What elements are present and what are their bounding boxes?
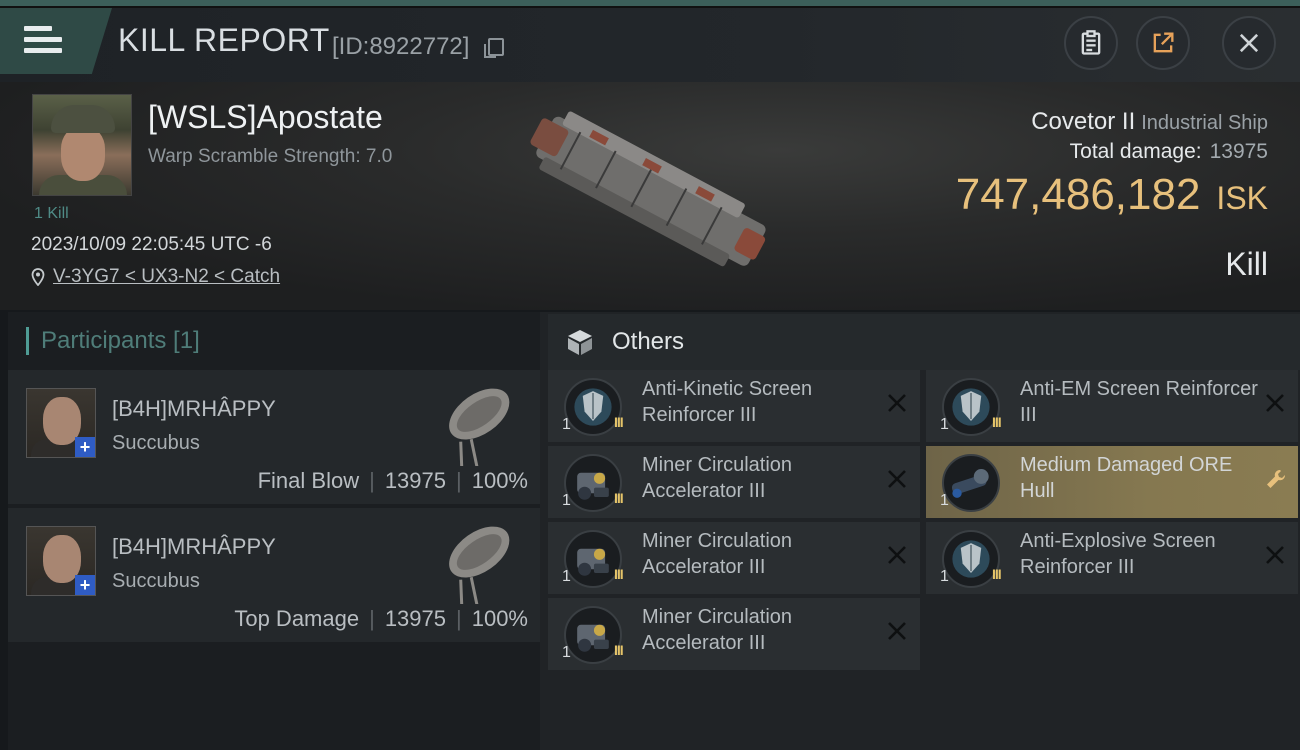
item-name: Anti-Kinetic Screen Reinforcer III [642, 378, 813, 426]
kill-location[interactable]: V-3YG7 < UX3-N2 < Catch [31, 266, 280, 288]
destroyed-x-icon [1266, 546, 1284, 564]
kill-report-id: [ID:8922772] [332, 33, 470, 60]
share-button[interactable] [1136, 16, 1190, 70]
item-name: Miner Circulation Accelerator III [642, 530, 793, 578]
isk-unit: ISK [1216, 180, 1268, 216]
participants-tab[interactable]: Participants [1] [26, 327, 200, 355]
stat-separator: | [369, 468, 375, 493]
warp-scramble-strength: Warp Scramble Strength: 7.0 [148, 146, 393, 167]
isk-value-line: 747,486,182 ISK [956, 170, 1268, 220]
isk-amount: 747,486,182 [955, 170, 1201, 219]
dropped-item[interactable]: 1 III Anti-Explosive Screen Reinforcer I… [926, 522, 1298, 594]
item-quantity: 1 [562, 568, 571, 585]
total-damage-value: 13975 [1209, 140, 1268, 163]
item-quantity: 1 [940, 416, 949, 433]
participant-row[interactable]: + [B4H]MRHÂPPY Succubus Final Blow | 139… [8, 370, 540, 504]
victim-name[interactable]: [WSLS]Apostate [148, 99, 383, 136]
dropped-item[interactable]: 1 III Anti-Kinetic Screen Reinforcer III [548, 370, 920, 442]
participant-damage: 13975 [384, 468, 446, 493]
participant-stats: Top Damage | 13975 | 100% [234, 606, 528, 632]
participant-name[interactable]: [B4H]MRHÂPPY [112, 396, 276, 422]
participant-damage: 13975 [384, 606, 446, 631]
item-quantity: 1 [562, 416, 571, 433]
participant-ship: Succubus [112, 570, 200, 592]
location-pin-icon [31, 268, 45, 286]
participant-ship: Succubus [112, 432, 200, 454]
hamburger-icon [24, 26, 62, 54]
stat-separator: | [369, 606, 375, 631]
dropped-item[interactable]: 1 III Anti-EM Screen Reinforcer III [926, 370, 1298, 442]
item-quantity: 1 [562, 492, 571, 509]
item-meta-level: III [614, 414, 624, 430]
item-meta-level: III [992, 566, 1002, 582]
item-meta-level: III [614, 566, 624, 582]
item-quantity: 1 [940, 568, 949, 585]
copy-icon[interactable] [484, 38, 504, 58]
share-icon [1153, 32, 1174, 53]
page-title: KILL REPORT [118, 22, 330, 58]
others-title: Others [612, 328, 685, 355]
participant-portrait[interactable]: + [26, 526, 96, 596]
kill-count: 1 Kill [34, 205, 69, 222]
plus-icon: + [75, 575, 95, 595]
participant-ship-image [449, 526, 510, 604]
close-icon [1239, 33, 1259, 53]
dropped-item-highlighted[interactable]: 1 Medium Damaged ORE Hull [926, 446, 1298, 518]
item-meta-level: III [614, 642, 624, 658]
total-damage-label: Total damage: [1069, 140, 1202, 163]
item-quantity: 1 [562, 644, 571, 661]
item-quantity: 1 [940, 492, 949, 509]
hull-part-icon [942, 454, 1000, 512]
ship-type-line[interactable]: Covetor II Industrial Ship [1031, 108, 1268, 136]
destroyed-x-icon [888, 546, 906, 564]
participant-ship-image [449, 388, 510, 466]
dropped-item[interactable]: 1 III Miner Circulation Accelerator III [548, 446, 920, 518]
close-button[interactable] [1222, 16, 1276, 70]
participant-role: Top Damage [234, 606, 360, 631]
destroyed-x-icon [888, 470, 906, 488]
clipboard-icon [1081, 30, 1101, 55]
kill-timestamp: 2023/10/09 22:05:45 UTC -6 [31, 234, 272, 255]
location-link[interactable]: V-3YG7 < UX3-N2 < Catch [53, 266, 280, 288]
item-meta-level: III [614, 490, 624, 506]
plus-icon: + [75, 437, 95, 457]
item-meta-level: III [992, 414, 1002, 430]
participant-role: Final Blow [257, 468, 360, 493]
participant-name[interactable]: [B4H]MRHÂPPY [112, 534, 276, 560]
stat-separator: | [456, 468, 462, 493]
victim-ship-image [530, 111, 766, 267]
kill-type: Kill [1225, 246, 1268, 282]
item-name: Miner Circulation Accelerator III [642, 606, 793, 654]
destroyed-x-icon [1266, 394, 1284, 412]
dropped-item[interactable]: 1 III Miner Circulation Accelerator III [548, 598, 920, 670]
ship-class: Industrial Ship [1141, 112, 1268, 134]
participant-percent: 100% [471, 606, 528, 631]
participant-percent: 100% [471, 468, 528, 493]
item-name: Anti-EM Screen Reinforcer III [1020, 378, 1258, 426]
clipboard-button[interactable] [1064, 16, 1118, 70]
ship-name[interactable]: Covetor II [1031, 108, 1135, 135]
participant-row[interactable]: + [B4H]MRHÂPPY Succubus Top Damage | 139… [8, 508, 540, 642]
wrench-icon[interactable] [1264, 468, 1286, 492]
dropped-item[interactable]: 1 III Miner Circulation Accelerator III [548, 522, 920, 594]
item-name: Miner Circulation Accelerator III [642, 454, 793, 502]
destroyed-x-icon [888, 622, 906, 640]
stat-separator: | [456, 606, 462, 631]
participant-portrait[interactable]: + [26, 388, 96, 458]
participant-stats: Final Blow | 13975 | 100% [258, 468, 528, 494]
item-name: Medium Damaged ORE Hull [1020, 454, 1233, 502]
total-damage-line: Total damage: 13975 [1070, 140, 1268, 164]
victim-portrait[interactable] [32, 94, 132, 196]
item-name: Anti-Explosive Screen Reinforcer III [1020, 530, 1216, 578]
cargo-box-icon [568, 330, 592, 355]
destroyed-x-icon [888, 394, 906, 412]
